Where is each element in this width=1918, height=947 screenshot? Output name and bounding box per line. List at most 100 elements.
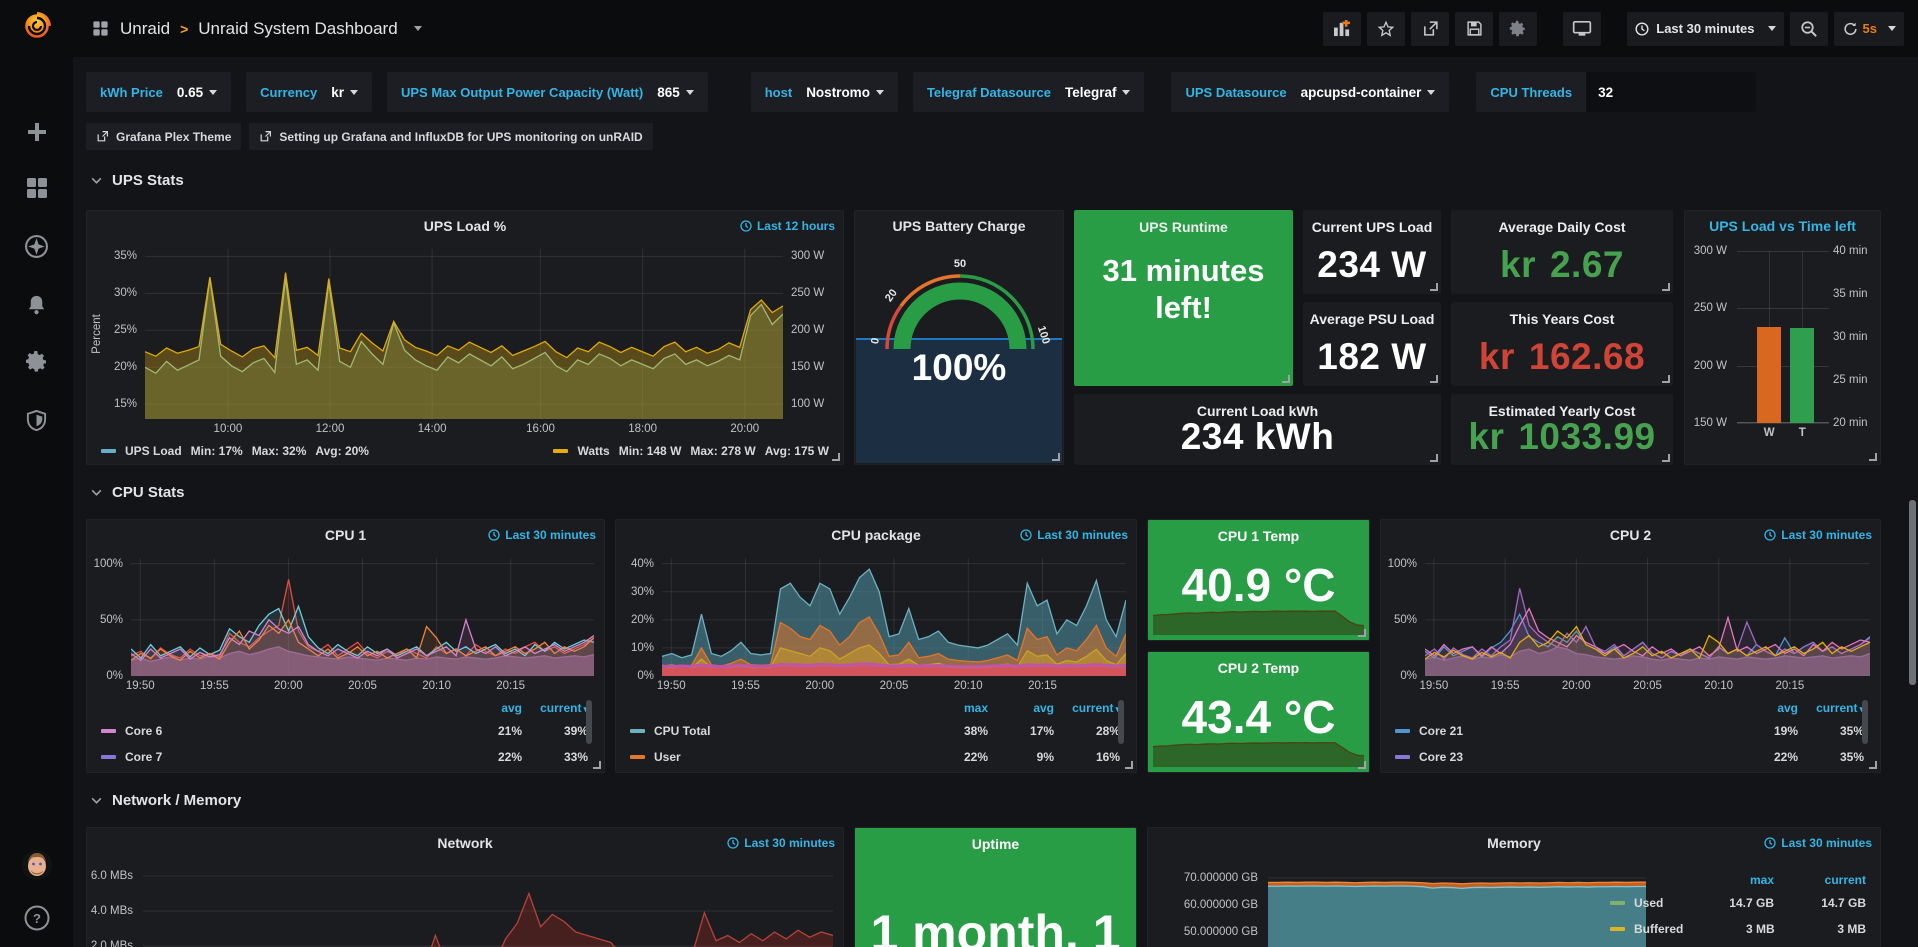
panel-title[interactable]: UPS Load vs Time left — [1685, 218, 1880, 234]
legend-column-avg[interactable]: avg — [456, 701, 522, 715]
breadcrumb-folder[interactable]: Unraid — [120, 19, 170, 39]
dashboard-settings-button[interactable] — [1499, 12, 1537, 46]
legend-column-max[interactable]: max — [922, 701, 988, 715]
legend-stat: Min: 17% — [191, 444, 243, 458]
panel-timerange[interactable]: Last 30 minutes — [488, 528, 596, 542]
legend-column-current[interactable]: current▾ — [522, 701, 588, 715]
panel-title[interactable]: UPS Load % — [87, 218, 843, 234]
network-chart[interactable] — [143, 866, 833, 947]
variable-kwh-price[interactable]: kWh Price 0.65 — [86, 72, 231, 112]
panel-timerange[interactable]: Last 30 minutes — [1764, 528, 1872, 542]
section-ups-stats[interactable]: UPS Stats — [90, 172, 184, 189]
legend-item[interactable]: WattsMin: 148 WMax: 278 WAvg: 175 W — [553, 444, 829, 458]
ups-load-chart[interactable] — [145, 249, 783, 419]
panel-timerange[interactable]: Last 12 hours — [740, 219, 835, 233]
link-label: Setting up Grafana and InfluxDB for UPS … — [279, 130, 642, 144]
panel-title[interactable]: UPS Battery Charge — [855, 218, 1063, 234]
variable-ups-datasource[interactable]: UPS Datasource apcupsd-container — [1171, 72, 1449, 112]
variable-value[interactable]: 0.65 — [177, 85, 217, 100]
sidebar-dashboards-button[interactable] — [0, 168, 73, 208]
sidebar-explore-button[interactable] — [0, 226, 73, 266]
gauge-tick: 0 — [869, 337, 882, 345]
legend-item[interactable]: UPS LoadMin: 17%Max: 32%Avg: 20% — [101, 444, 369, 458]
link-ups-monitoring-guide[interactable]: Setting up Grafana and InfluxDB for UPS … — [249, 123, 652, 150]
variable-host[interactable]: host Nostromo — [751, 72, 898, 112]
sidebar-create-button[interactable] — [0, 112, 73, 152]
x-axis: WT — [1737, 427, 1829, 441]
legend-series-name[interactable]: Core 21 — [1395, 724, 1732, 738]
legend-scrollbar[interactable] — [1862, 700, 1868, 744]
stat-title[interactable]: Current UPS Load — [1303, 219, 1441, 235]
legend-column-avg[interactable]: avg — [1732, 701, 1798, 715]
legend-column-avg[interactable]: avg — [988, 701, 1054, 715]
variable-telegraf-datasource[interactable]: Telegraf Datasource Telegraf — [913, 72, 1145, 112]
section-cpu-stats[interactable]: CPU Stats — [90, 484, 185, 501]
variable-value[interactable]: apcupsd-container — [1301, 85, 1436, 100]
grafana-logo[interactable] — [0, 6, 73, 46]
axis-tick: 20:10 — [1704, 680, 1733, 692]
star-dashboard-button[interactable] — [1367, 12, 1405, 46]
sidebar-help-button[interactable]: ? — [0, 898, 73, 938]
sidebar-alerting-button[interactable] — [0, 284, 73, 324]
legend-series-name[interactable]: User — [630, 750, 922, 764]
y-axis-right: 300 W250 W200 W150 W100 W — [785, 249, 841, 419]
gridline — [1737, 366, 1829, 367]
stat-title[interactable]: Uptime — [855, 836, 1136, 852]
sidebar-server-admin-button[interactable] — [0, 400, 73, 440]
legend-scrollbar[interactable] — [1118, 700, 1124, 744]
sidebar-configuration-button[interactable] — [0, 342, 73, 382]
scrollbar-thumb[interactable] — [1909, 500, 1916, 685]
legend-series-name[interactable]: Core 23 — [1395, 750, 1732, 764]
legend-column-max[interactable]: max — [1682, 873, 1774, 887]
legend-series-name[interactable]: Core 7 — [101, 750, 456, 764]
share-dashboard-button[interactable] — [1411, 12, 1449, 46]
zoom-out-button[interactable] — [1790, 12, 1828, 46]
stat-title[interactable]: UPS Runtime — [1074, 219, 1293, 235]
memory-chart[interactable] — [1268, 866, 1646, 947]
stat-title[interactable]: Average PSU Load — [1303, 311, 1441, 327]
panel-timerange[interactable]: Last 30 minutes — [727, 836, 835, 850]
user-avatar[interactable] — [0, 845, 73, 885]
bar-T[interactable] — [1790, 328, 1814, 423]
axis-tick: 16:00 — [526, 423, 555, 435]
legend-column-current[interactable]: current — [1774, 873, 1866, 887]
cpu1-chart[interactable] — [131, 558, 594, 676]
cycle-view-mode-button[interactable] — [1563, 12, 1601, 46]
panel-timerange[interactable]: Last 30 minutes — [1020, 528, 1128, 542]
axis-tick: 25% — [114, 324, 137, 336]
link-grafana-plex-theme[interactable]: Grafana Plex Theme — [86, 123, 241, 150]
variable-currency[interactable]: Currency kr — [246, 72, 372, 112]
chevron-down-icon[interactable] — [414, 26, 422, 31]
legend-series-name[interactable]: Used — [1610, 896, 1682, 910]
variable-value[interactable]: 865 — [657, 85, 694, 100]
stat-title[interactable]: CPU 2 Temp — [1148, 660, 1369, 676]
legend-column-current[interactable]: current▾ — [1054, 701, 1120, 715]
legend-series-name[interactable]: CPU Total — [630, 724, 922, 738]
variable-value[interactable]: kr — [331, 85, 358, 100]
variable-ups-max-output[interactable]: UPS Max Output Power Capacity (Watt) 865 — [387, 72, 708, 112]
legend-series-name[interactable]: Core 6 — [101, 724, 456, 738]
variable-value[interactable]: Telegraf — [1065, 85, 1131, 100]
legend-scrollbar[interactable] — [586, 700, 592, 744]
legend-series-name[interactable]: Watts — [577, 444, 609, 458]
time-range-picker[interactable]: Last 30 minutes — [1627, 12, 1783, 46]
cpu-threads-input[interactable]: 32 — [1586, 72, 1756, 112]
stat-title[interactable]: Average Daily Cost — [1451, 219, 1673, 235]
cpu-package-chart[interactable] — [662, 558, 1126, 676]
panel-timerange[interactable]: Last 30 minutes — [1764, 836, 1872, 850]
add-panel-button[interactable] — [1323, 12, 1361, 46]
legend-series-name[interactable]: Buffered — [1610, 922, 1683, 936]
bar-W[interactable] — [1757, 327, 1781, 423]
refresh-picker[interactable]: 5s — [1834, 12, 1904, 46]
section-title: Network / Memory — [112, 792, 241, 809]
legend-series-name[interactable]: UPS Load — [125, 444, 182, 458]
page-scrollbar[interactable] — [1908, 0, 1917, 947]
variable-value[interactable]: Nostromo — [806, 85, 884, 100]
stat-title[interactable]: CPU 1 Temp — [1148, 528, 1369, 544]
stat-title[interactable]: This Years Cost — [1451, 311, 1673, 327]
legend-column-current[interactable]: current▾ — [1798, 701, 1864, 715]
cpu2-chart[interactable] — [1425, 558, 1870, 676]
section-network-memory[interactable]: Network / Memory — [90, 792, 241, 809]
breadcrumb-dashboard-title[interactable]: Unraid System Dashboard — [198, 19, 397, 39]
save-dashboard-button[interactable] — [1455, 12, 1493, 46]
